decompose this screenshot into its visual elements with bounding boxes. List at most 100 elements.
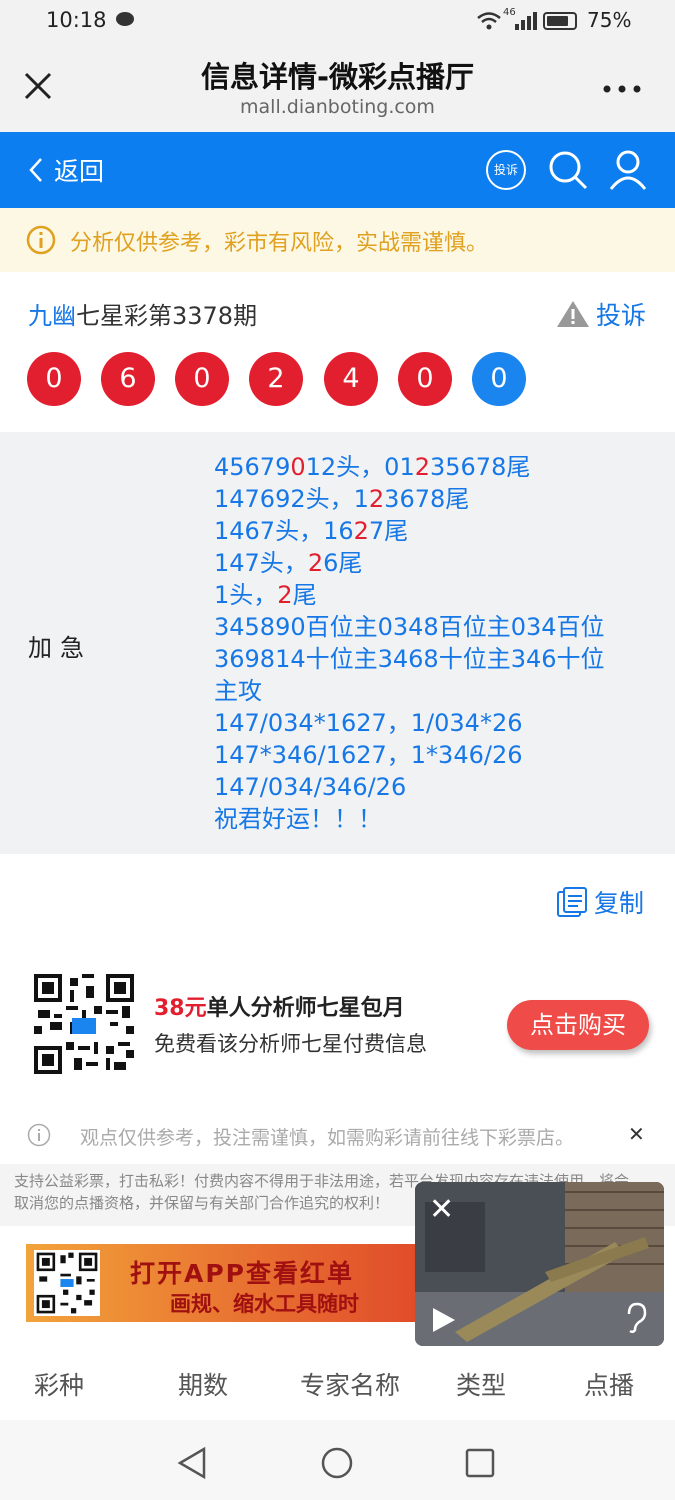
buy-button[interactable]: 点击购买 [507,1000,649,1050]
home-circle-icon[interactable] [320,1446,354,1480]
notice-text: 分析仅供参考，彩市有风险，实战需谨慎。 [70,231,489,256]
analysis-line: 147/034*1627，1/034*26 [214,707,654,739]
number-ball: 0 [472,352,526,406]
system-nav-bar [0,1420,675,1500]
warning-icon [557,301,589,327]
line-segment: 6尾 [323,549,363,577]
number-ball: 0 [175,352,229,406]
copy-button[interactable]: 复制 [556,884,644,920]
highlight-digit: 2 [353,517,369,545]
table-header-tabs: 彩种 期数 专家名称 类型 点播 [0,1358,675,1408]
highlight-digit: 0 [290,453,306,481]
copy-icon [557,887,587,917]
ear-icon[interactable] [623,1302,649,1334]
line-segment: 1467头，16 [214,517,354,545]
recents-square-icon[interactable] [465,1448,495,1478]
line-segment: 147*346/1627，1*346/26 [214,741,523,769]
line-segment: 45679 [214,453,291,481]
analysis-line: 345890百位主0348百位主034百位 [214,611,654,643]
column-tab[interactable]: 期数 [178,1366,228,1402]
user-icon[interactable] [609,149,647,191]
info-icon [26,225,56,255]
back-label: 返回 [54,157,105,186]
number-ball: 6 [101,352,155,406]
qr-code [34,974,134,1074]
more-icon[interactable] [603,84,641,94]
banner-headline: 打开APP查看红单 [130,1259,354,1288]
info-icon [27,1123,51,1147]
line-segment: 1头， [214,581,278,609]
disclaimer-text: 观点仅供参考，投注需谨慎，如需购彩请前往线下彩票店。 [80,1127,575,1149]
page-title: 信息详情-微彩点播厅 [200,60,475,94]
line-segment: 主攻 [214,677,262,705]
number-ball: 0 [398,352,452,406]
wifi-icon [477,12,501,30]
analysis-line: 147/034/346/26 [214,771,654,803]
signal-icon [515,12,537,30]
analysis-line: 祝君好运！！！ [214,803,654,835]
page-url: mall.dianboting.com [240,96,435,118]
back-button[interactable]: 返回 [28,152,104,188]
battery-icon [543,12,577,30]
chevron-left-icon [29,158,42,182]
back-triangle-icon[interactable] [176,1446,208,1480]
qr-code [34,1250,100,1316]
line-segment: 12头，01 [305,453,415,481]
promo-title: 38元单人分析师七星包月 [154,990,405,1022]
play-icon[interactable] [431,1306,457,1334]
analysis-line: 1467头，1627尾 [214,515,654,547]
number-ball: 2 [249,352,303,406]
number-ball: 4 [324,352,378,406]
search-icon[interactable] [547,149,589,191]
line-segment: 35678尾 [430,453,531,481]
line-segment: 369814十位主3468十位主346十位 [214,645,605,673]
analysis-text: 45679012头，01235678尾 147692头，123678尾 1467头，… [214,451,654,835]
analysis-content: 加急 45679012头，01235678尾 147692头，123678尾 146… [0,432,675,854]
highlight-digit: 2 [277,581,293,609]
content-label: 加急 [28,634,92,662]
line-segment: 147/034*1627，1/034*26 [214,709,523,737]
app-banner[interactable]: 打开APP查看红单 画规、缩水工具随时 [26,1244,426,1322]
column-tab[interactable]: 彩种 [34,1366,84,1402]
floating-video-player[interactable]: ✕ [415,1182,664,1346]
analysis-line: 369814十位主3468十位主346十位 [214,643,654,675]
line-segment: 345890百位主0348百位主034百位 [214,613,605,641]
close-icon[interactable]: ✕ [429,1192,454,1227]
line-segment: 147/034/346/26 [214,773,407,801]
analyst-name[interactable]: 九幽 [28,302,76,330]
highlight-digit: 2 [414,453,430,481]
line-segment: 7尾 [368,517,409,545]
line-segment: 3678尾 [384,485,470,513]
disclaimer-bar: 观点仅供参考，投注需谨慎，如需购彩请前往线下彩票店。 ✕ [0,1112,675,1158]
status-time: 10:18 [46,8,107,32]
number-ball: 0 [27,352,81,406]
line-segment: 尾 [292,581,317,609]
promo-subtitle: 免费看该分析师七星付费信息 [154,1032,427,1056]
analysis-line: 147*346/1627，1*346/26 [214,739,654,771]
analysis-line: 主攻 [214,675,654,707]
column-tab[interactable]: 类型 [456,1366,506,1402]
copy-label: 复制 [594,889,645,918]
status-bar: 10:18 46 75% [0,0,675,44]
analysis-line: 147头，26尾 [214,547,654,579]
complain-icon[interactable]: 投诉 [486,150,526,190]
nav-bar: 返回 投诉 [0,132,675,208]
risk-notice: 分析仅供参考，彩市有风险，实战需谨慎。 [0,208,675,272]
line-segment: 147头， [214,549,308,577]
analysis-line: 147692头，123678尾 [214,483,654,515]
highlight-digit: 2 [307,549,324,577]
browser-title-bar: 信息详情-微彩点播厅 mall.dianboting.com [0,44,675,132]
battery-level: 75% [587,8,632,32]
column-tab[interactable]: 专家名称 [300,1366,400,1402]
wechat-notification-icon [116,12,134,26]
issue-title: 九幽七星彩第3378期 [28,296,257,331]
column-tab[interactable]: 点播 [584,1366,634,1402]
banner-subline: 画规、缩水工具随时 [170,1292,359,1316]
report-label: 投诉 [596,301,647,330]
highlight-digit: 2 [368,485,385,513]
report-button[interactable]: 投诉 [556,296,646,332]
line-segment: 147692头，1 [214,485,369,513]
issue-label: 七星彩第3378期 [76,302,258,330]
close-icon[interactable]: ✕ [628,1122,645,1146]
promo-name: 单人分析师七星包月 [206,996,405,1021]
